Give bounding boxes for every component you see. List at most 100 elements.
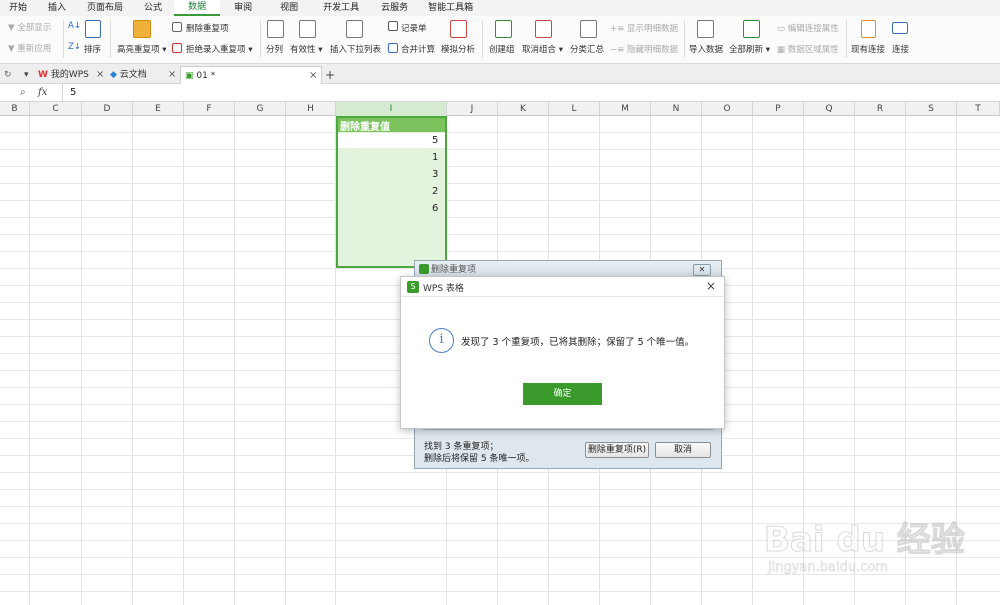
create-group-button[interactable]: 创建组 <box>489 43 515 55</box>
cell-value[interactable]: 3 <box>432 169 438 180</box>
info-icon: i <box>429 328 454 353</box>
formula-input[interactable]: 5 <box>70 87 76 98</box>
sort-asc-icon[interactable]: A↓ <box>68 21 81 31</box>
column-header-j[interactable]: J <box>447 102 498 116</box>
close-tab-icon[interactable]: × <box>309 67 317 85</box>
menu-tab-view[interactable]: 视图 <box>266 0 312 16</box>
menu-tab-insert[interactable]: 插入 <box>36 0 78 16</box>
sort-button[interactable]: 排序 <box>84 43 101 55</box>
column-header-c[interactable]: C <box>30 102 82 116</box>
cell-value[interactable]: 2 <box>432 186 438 197</box>
tab-file-01[interactable]: ▣ 01 * × <box>180 66 322 84</box>
column-header-e[interactable]: E <box>133 102 184 116</box>
record-form-icon <box>388 21 398 31</box>
record-form-button[interactable]: 记录单 <box>401 22 427 34</box>
cancel-button[interactable]: 取消 <box>655 442 711 458</box>
show-detail-button[interactable]: +≡ 显示明细数据 <box>610 22 678 34</box>
column-header-p[interactable]: P <box>753 102 804 116</box>
fx-icon[interactable]: fx <box>38 87 47 98</box>
existing-connection-button[interactable]: 现有连接 <box>851 43 885 55</box>
delete-duplicates-button[interactable]: 删除重复项 <box>186 22 229 34</box>
watermark-brand: Bai du 经验 <box>764 520 966 561</box>
column-header-d[interactable]: D <box>82 102 133 116</box>
ok-button[interactable]: 确定 <box>523 383 602 405</box>
column-header-q[interactable]: Q <box>804 102 855 116</box>
column-header-b[interactable]: B <box>0 102 30 116</box>
sort-desc-icon[interactable]: Z↓ <box>68 42 81 52</box>
column-header-k[interactable]: K <box>498 102 549 116</box>
existing-connection-icon <box>861 20 876 38</box>
grid-row-line <box>0 489 1000 490</box>
refresh-all-button[interactable]: 全部刷新 ▾ <box>729 43 770 55</box>
column-header-n[interactable]: N <box>651 102 702 116</box>
insert-dropdown-button[interactable]: 插入下拉列表 <box>330 43 381 55</box>
menu-tab-formulas[interactable]: 公式 <box>132 0 174 16</box>
cell-value[interactable]: 6 <box>432 203 438 214</box>
selection-border <box>336 116 447 268</box>
grid-row-line <box>0 149 1000 150</box>
ungroup-button[interactable]: 取消组合 ▾ <box>522 43 563 55</box>
nav-back-icon[interactable]: ↻ <box>4 66 12 84</box>
tab-list-dropdown-icon[interactable]: ▾ <box>24 66 29 84</box>
column-header-f[interactable]: F <box>184 102 235 116</box>
message-title: WPS 表格 <box>423 284 464 294</box>
formula-bar: ⌕ fx 5 <box>0 84 1000 102</box>
column-header-g[interactable]: G <box>235 102 286 116</box>
menu-tab-page-layout[interactable]: 页面布局 <box>78 0 132 16</box>
menu-tab-home[interactable]: 开始 <box>0 0 36 16</box>
grid-column-line <box>234 116 235 605</box>
header-cell-text[interactable]: 删除重复值 <box>340 118 390 133</box>
merge-calc-button[interactable]: 合并计算 <box>401 43 435 55</box>
column-header-m[interactable]: M <box>600 102 651 116</box>
show-all-button[interactable]: ▼ 全部显示 <box>8 21 51 33</box>
highlight-duplicates-button[interactable]: 高亮重复项 ▾ <box>117 43 166 55</box>
menu-tab-smart-tools[interactable]: 智能工具箱 <box>419 0 482 16</box>
menu-bar: 开始 插入 页面布局 公式 数据 审阅 视图 开发工具 云服务 智能工具箱 <box>0 0 1000 16</box>
sort-icon <box>85 20 101 38</box>
range-properties-button[interactable]: ▦ 数据区域属性 <box>777 43 839 55</box>
close-tab-icon[interactable]: × <box>168 66 176 84</box>
column-header-s[interactable]: S <box>906 102 957 116</box>
grid-row-line <box>0 200 1000 201</box>
reapply-button[interactable]: ▼ 重新应用 <box>8 42 51 54</box>
menu-tab-review[interactable]: 审阅 <box>220 0 266 16</box>
import-data-button[interactable]: 导入数据 <box>689 43 723 55</box>
hide-detail-button[interactable]: −≡ 隐藏明细数据 <box>610 43 678 55</box>
close-tab-icon[interactable]: × <box>96 66 104 84</box>
cell-value[interactable]: 1 <box>432 152 438 163</box>
edit-connection-button[interactable]: ▭ 编辑连接属性 <box>777 22 839 34</box>
document-tab-bar: ↻ ▾ W 我的WPS × ◆ 云文档 × ▣ 01 * × + <box>0 64 1000 84</box>
ribbon-toolbar: ▼ 全部显示 ▼ 重新应用 A↓ Z↓ 排序 高亮重复项 ▾ 删除重复项 拒绝录… <box>0 16 1000 64</box>
menu-tab-developer[interactable]: 开发工具 <box>312 0 370 16</box>
column-header-h[interactable]: H <box>286 102 336 116</box>
connection-button[interactable]: 连接 <box>892 43 909 55</box>
column-header-l[interactable]: L <box>549 102 600 116</box>
split-columns-button[interactable]: 分列 <box>266 43 283 55</box>
simulate-icon <box>450 20 467 38</box>
simulate-analysis-button[interactable]: 模拟分析 <box>441 43 475 55</box>
message-text: 发现了 3 个重复项，已将其删除；保留了 5 个唯一值。 <box>461 337 695 348</box>
grid-column-line <box>132 116 133 605</box>
subtotal-button[interactable]: 分类汇总 <box>570 43 604 55</box>
zoom-search-icon[interactable]: ⌕ <box>20 87 26 98</box>
baidu-jingyan-watermark: Bai du 经验 jingyan.baidu.com <box>760 512 966 592</box>
close-icon[interactable]: × <box>706 279 716 293</box>
delete-duplicates-icon <box>172 22 182 32</box>
validity-button[interactable]: 有效性 ▾ <box>290 43 322 55</box>
column-header-t[interactable]: T <box>957 102 1000 116</box>
new-tab-icon[interactable]: + <box>325 66 335 84</box>
menu-tab-data[interactable]: 数据 <box>174 0 221 16</box>
column-header-i[interactable]: I <box>336 102 447 116</box>
menu-tab-cloud[interactable]: 云服务 <box>370 0 419 16</box>
reject-duplicates-button[interactable]: 拒绝录入重复项 ▾ <box>186 43 252 55</box>
tab-cloud-docs[interactable]: ◆ 云文档 × <box>110 66 178 84</box>
refresh-all-icon <box>743 20 760 38</box>
column-header-o[interactable]: O <box>702 102 753 116</box>
column-header-r[interactable]: R <box>855 102 906 116</box>
dialog-close-icon[interactable]: ✕ <box>693 264 711 276</box>
cell-value[interactable]: 5 <box>432 135 438 146</box>
grid-column-line <box>29 116 30 605</box>
grid-row-line <box>0 234 1000 235</box>
tab-my-wps[interactable]: W 我的WPS × <box>38 66 106 84</box>
delete-duplicates-confirm-button[interactable]: 删除重复项(R) <box>585 442 649 458</box>
